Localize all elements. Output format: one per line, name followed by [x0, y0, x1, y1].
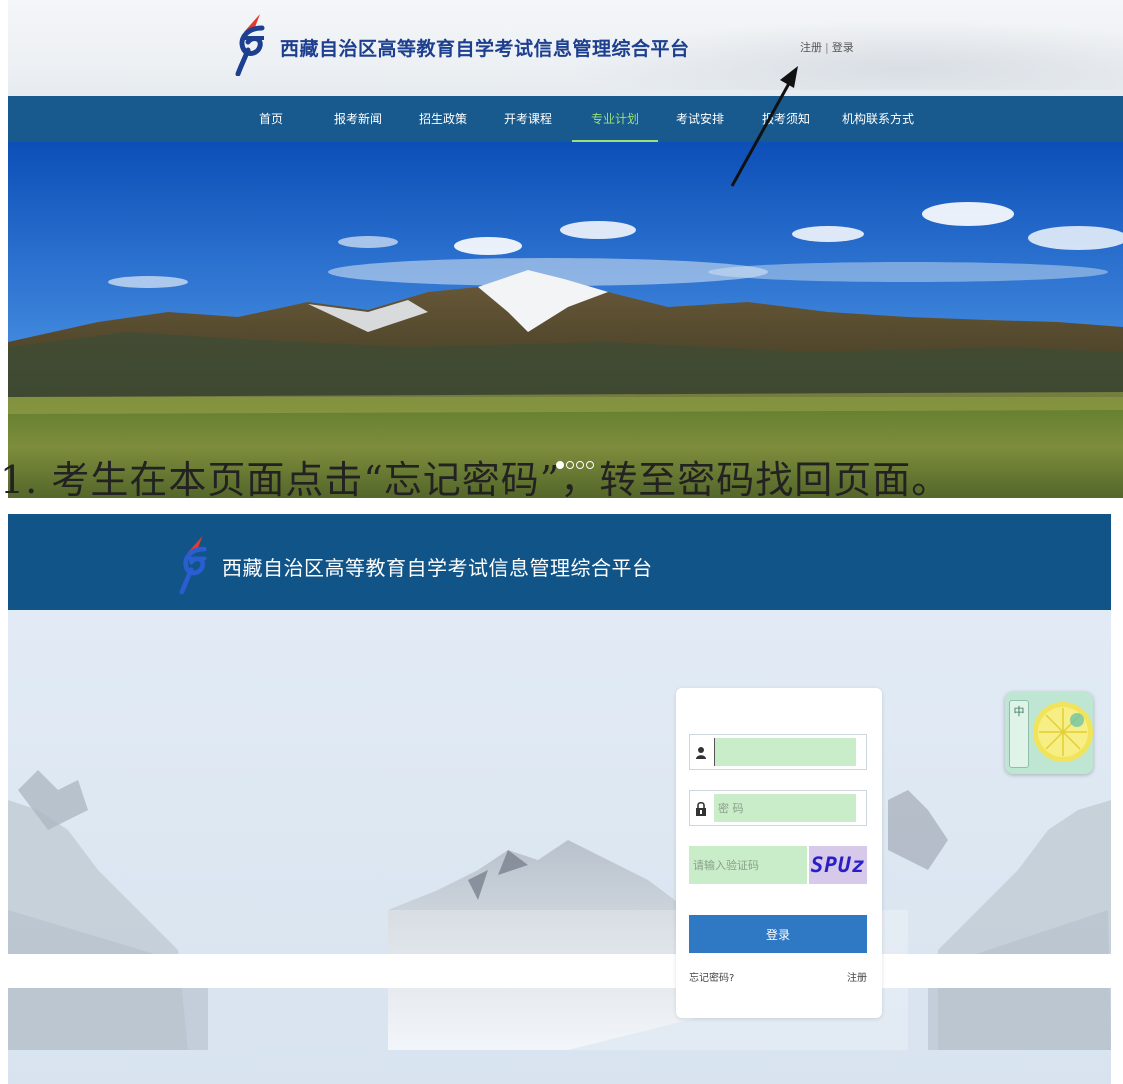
captcha-field: SPUz: [689, 846, 867, 884]
user-icon: [696, 747, 706, 759]
site-title: 西藏自治区高等教育自学考试信息管理综合平台: [222, 556, 653, 580]
ime-widget[interactable]: 中: [1005, 692, 1093, 774]
page-footer-area: [8, 954, 1111, 988]
login-screenshot: 西藏自治区高等教育自学考试信息管理综合平台 密 码 请输入验证码 SPUz 登录…: [8, 514, 1111, 1084]
username-input[interactable]: [714, 738, 856, 766]
login-card: SPUz 登录 忘记密码? 注册: [676, 688, 882, 1018]
step-instruction: 1. 考生在本页面点击“忘记密码”，转至密码找回页面。: [0, 458, 951, 502]
username-field: [689, 734, 867, 770]
register-link[interactable]: 注册: [847, 969, 867, 984]
login-background-scene: [8, 610, 1111, 1084]
login-header: 西藏自治区高等教育自学考试信息管理综合平台: [8, 514, 1111, 610]
lock-icon: [696, 801, 706, 816]
password-input[interactable]: [714, 794, 856, 822]
captcha-input[interactable]: [689, 846, 807, 884]
captcha-image[interactable]: SPUz: [809, 846, 867, 884]
forgot-password-link[interactable]: 忘记密码?: [689, 969, 734, 984]
platform-logo-icon: [179, 536, 207, 594]
password-field: [689, 790, 867, 826]
ime-toolbar: 中: [1009, 700, 1029, 768]
portal-screenshot: 西藏自治区高等教育自学考试信息管理综合平台 注册 | 登录 首页 报考新闻 招生政策…: [8, 0, 1123, 498]
ime-language-label: 中: [1013, 705, 1025, 718]
login-button[interactable]: 登录: [689, 915, 867, 953]
annotation-arrow-icon: [730, 66, 798, 187]
